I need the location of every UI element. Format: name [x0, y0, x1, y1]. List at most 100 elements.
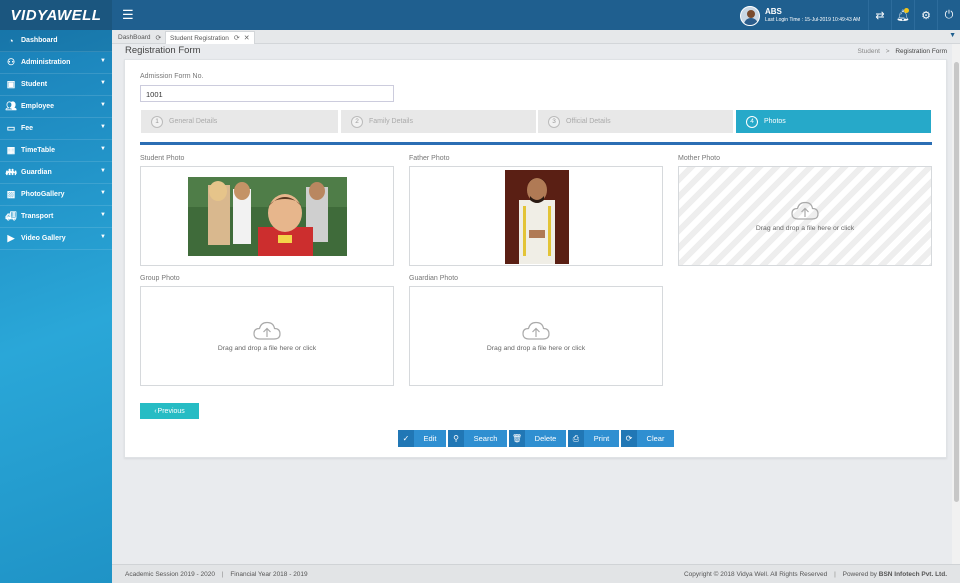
- guardian-photo-dropzone[interactable]: Drag and drop a file here or click: [409, 286, 663, 386]
- tab-label: DashBoard: [118, 34, 151, 41]
- bell-icon[interactable]: 🔔︎: [891, 0, 914, 30]
- avatar[interactable]: [740, 6, 760, 26]
- step-official-details[interactable]: 3 Official Details: [538, 110, 733, 133]
- user-name: ABS: [765, 7, 782, 16]
- sidebar: ◔ Dashboard ⚇ Administration ▼ ▣ Student…: [0, 30, 112, 583]
- close-icon[interactable]: ✕: [244, 34, 250, 42]
- chevron-down-icon: ▼: [100, 168, 106, 174]
- father-photo-dropzone[interactable]: [409, 166, 663, 266]
- edit-label: Edit: [423, 434, 437, 443]
- tab-dashboard[interactable]: DashBoard ⟳: [114, 31, 165, 44]
- tab-menu-icon[interactable]: ▼: [949, 32, 956, 39]
- refresh-icon[interactable]: ⟳: [156, 34, 162, 42]
- group-photo-dropzone[interactable]: Drag and drop a file here or click: [140, 286, 394, 386]
- step-label: General Details: [169, 118, 218, 125]
- admission-label: Admission Form No.: [140, 73, 204, 80]
- powered-by-prefix: Powered by: [842, 571, 877, 578]
- student-photo-image: [188, 177, 347, 256]
- sidebar-item-administration[interactable]: ⚇ Administration ▼: [0, 52, 112, 74]
- sidebar-item-student[interactable]: ▣ Student ▼: [0, 74, 112, 96]
- delete-label: Delete: [534, 434, 557, 443]
- sidebar-item-label: Student: [21, 81, 48, 88]
- menu-toggle-icon[interactable]: ☰: [122, 8, 134, 22]
- drop-text: Drag and drop a file here or click: [755, 224, 855, 232]
- switch-icon[interactable]: ⇄: [868, 0, 891, 30]
- drop-text: Drag and drop a file here or click: [486, 344, 586, 352]
- power-icon[interactable]: ⏻: [937, 0, 960, 30]
- last-login-time: Last Login Time : 15-Jul-2019 10:49:43 A…: [765, 17, 861, 23]
- sidebar-item-guardian[interactable]: 👪︎ Guardian ▼: [0, 162, 112, 184]
- check-circle-icon: ✓: [398, 430, 414, 447]
- mother-photo-label: Mother Photo: [678, 155, 721, 162]
- sidebar-item-transport[interactable]: 🚚︎ Transport ▼: [0, 206, 112, 228]
- sidebar-item-label: Guardian: [21, 169, 52, 176]
- gallery-icon: ▨: [6, 189, 16, 199]
- sidebar-item-employee[interactable]: 👥︎ Employee ▼: [0, 96, 112, 118]
- chevron-down-icon: ▼: [100, 102, 106, 108]
- sidebar-item-fee[interactable]: ▭ Fee ▼: [0, 118, 112, 140]
- guardian-icon: 👪︎: [5, 167, 17, 177]
- trash-icon: 🗑︎: [509, 430, 525, 447]
- search-button[interactable]: ⚲ Search: [448, 430, 507, 447]
- sidebar-item-label: Video Gallery: [21, 235, 66, 242]
- cloud-upload-icon: [253, 321, 281, 341]
- sidebar-item-dashboard[interactable]: ◔ Dashboard: [0, 30, 112, 52]
- chevron-left-icon: ‹: [154, 407, 157, 415]
- clear-button[interactable]: ⟳ Clear: [621, 430, 674, 447]
- dashboard-icon: ◔: [8, 35, 14, 46]
- step-label: Photos: [764, 118, 786, 125]
- drop-text: Drag and drop a file here or click: [217, 344, 317, 352]
- scrollbar-thumb[interactable]: [954, 62, 959, 502]
- group-photo-label: Group Photo: [140, 275, 180, 282]
- step-number: 4: [746, 115, 758, 128]
- refresh-icon: ⟳: [621, 430, 637, 447]
- powered-by-company[interactable]: BSN Infotech Pvt. Ltd.: [879, 571, 947, 578]
- admin-icon: ⚇: [6, 57, 16, 67]
- footer: Academic Session 2019 - 2020 | Financial…: [112, 564, 960, 583]
- chevron-down-icon: ▼: [100, 190, 106, 196]
- breadcrumb-item[interactable]: Student: [858, 48, 880, 55]
- delete-button[interactable]: 🗑︎ Delete: [509, 430, 566, 447]
- print-icon: ⎙: [568, 430, 584, 447]
- step-family-details[interactable]: 2 Family Details: [341, 110, 536, 133]
- search-label: Search: [473, 434, 498, 443]
- step-photos[interactable]: 4 Photos: [736, 110, 931, 133]
- sidebar-item-video-gallery[interactable]: ▶ Video Gallery ▼: [0, 228, 112, 250]
- copyright: Copyright © 2018 Vidya Well. All Rights …: [683, 571, 828, 578]
- cloud-upload-icon: [522, 321, 550, 341]
- admission-form-no-input[interactable]: 1001: [140, 85, 394, 102]
- page-title: Registration Form: [125, 45, 201, 56]
- sidebar-item-label: TimeTable: [21, 147, 55, 154]
- truck-icon: 🚚︎: [5, 211, 17, 221]
- step-label: Official Details: [566, 118, 611, 125]
- previous-label: Previous: [157, 407, 185, 415]
- student-icon: ▣: [6, 79, 16, 89]
- edit-button[interactable]: ✓ Edit: [398, 430, 446, 447]
- student-photo-label: Student Photo: [140, 155, 185, 162]
- sidebar-item-timetable[interactable]: ▦ TimeTable ▼: [0, 140, 112, 162]
- cloud-upload-icon: [791, 201, 819, 221]
- chevron-down-icon: ▼: [100, 58, 106, 64]
- top-bar: VIDYAWELL ☰ ABS Last Login Time : 15-Jul…: [0, 0, 960, 30]
- tab-student-registration[interactable]: Student Registration ⟳ ✕: [165, 31, 255, 44]
- search-icon: ⚲: [448, 430, 464, 447]
- step-general-details[interactable]: 1 General Details: [141, 110, 338, 133]
- previous-button[interactable]: ‹ Previous: [140, 403, 199, 419]
- chevron-down-icon: ▼: [100, 234, 106, 240]
- tab-label: Student Registration: [170, 34, 229, 42]
- gear-icon[interactable]: ⚙: [914, 0, 937, 30]
- academic-session: Academic Session 2019 - 2020: [125, 571, 215, 578]
- employee-icon: 👥︎: [5, 101, 17, 111]
- step-progress-line: [140, 142, 932, 145]
- chevron-down-icon: ▼: [100, 146, 106, 152]
- mother-photo-dropzone[interactable]: Drag and drop a file here or click: [678, 166, 932, 266]
- step-number: 3: [548, 115, 560, 128]
- chevron-down-icon: ▼: [100, 124, 106, 130]
- notification-badge: [904, 8, 909, 13]
- sidebar-item-photogallery[interactable]: ▨ PhotoGallery ▼: [0, 184, 112, 206]
- logo[interactable]: VIDYAWELL: [0, 0, 112, 30]
- refresh-icon[interactable]: ⟳: [234, 34, 240, 42]
- user-profile[interactable]: ABS Last Login Time : 15-Jul-2019 10:49:…: [740, 5, 860, 27]
- student-photo-dropzone[interactable]: [140, 166, 394, 266]
- print-button[interactable]: ⎙ Print: [568, 430, 619, 447]
